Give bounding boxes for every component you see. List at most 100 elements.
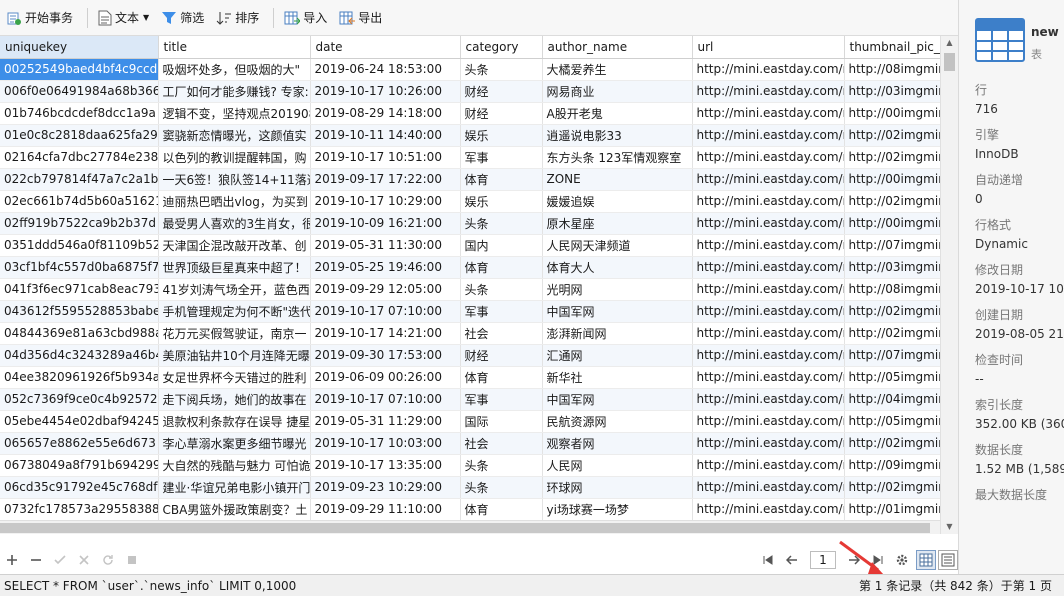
table-row[interactable]: 01e0c8c2818daa625fa29f 窦骁新恋情曝光，这颜值实 2019-1… <box>0 124 940 147</box>
cell-url[interactable]: http://mini.eastday.com/m <box>692 190 845 213</box>
table-row[interactable]: 04d356d4c3243289a46b4 美原油钻井10个月连降无曝 2019-0… <box>0 344 940 367</box>
cell-category[interactable]: 财经 <box>460 102 543 125</box>
table-row[interactable]: 04ee3820961926f5b934a 女足世界杯今天错过的胜利 2019-06… <box>0 366 940 389</box>
cell-title[interactable]: 大自然的残酷与魅力 可怕诡 <box>158 454 311 477</box>
cell-category[interactable]: 娱乐 <box>460 124 543 147</box>
cell-url[interactable]: http://mini.eastday.com/m <box>692 256 845 279</box>
cell-thumbnail[interactable]: http://07imgmin <box>844 234 940 257</box>
cell-date[interactable]: 2019-10-17 14:21:00 <box>310 322 461 345</box>
cell-uniquekey[interactable]: 006f0e06491984a68b366 <box>0 80 159 103</box>
table-row[interactable]: 052c7369f9ce0c4b925722 走下阅兵场，她们的故事在 2019-1… <box>0 388 940 411</box>
cell-category[interactable]: 军事 <box>460 388 543 411</box>
cell-date[interactable]: 2019-10-17 10:26:00 <box>310 80 461 103</box>
stop-icon[interactable] <box>122 550 142 570</box>
cell-thumbnail[interactable]: http://03imgmin <box>844 80 940 103</box>
cell-uniquekey[interactable]: 04d356d4c3243289a46b4 <box>0 344 159 367</box>
add-record-icon[interactable] <box>2 550 22 570</box>
cell-date[interactable]: 2019-10-17 10:29:00 <box>310 190 461 213</box>
column-header-date[interactable]: date <box>310 36 461 59</box>
cell-date[interactable]: 2019-09-29 12:05:00 <box>310 278 461 301</box>
cell-url[interactable]: http://mini.eastday.com/m <box>692 476 845 499</box>
scroll-up-icon[interactable]: ▲ <box>941 36 958 50</box>
table-row[interactable]: 06738049a8f791b694299 大自然的残酷与魅力 可怕诡 2019-1… <box>0 454 940 477</box>
column-header-author-name[interactable]: author_name <box>542 36 693 59</box>
cell-url[interactable]: http://mini.eastday.com/m <box>692 102 845 125</box>
cell-title[interactable]: 窦骁新恋情曝光，这颜值实 <box>158 124 311 147</box>
cell-url[interactable]: http://mini.eastday.com/m <box>692 388 845 411</box>
cell-url[interactable]: http://mini.eastday.com/m <box>692 168 845 191</box>
import-button[interactable]: 导入 <box>280 4 331 32</box>
cell-uniquekey[interactable]: 02164cfa7dbc27784e238 <box>0 146 159 169</box>
cell-category[interactable]: 娱乐 <box>460 190 543 213</box>
cell-author-name[interactable]: 原木星座 <box>542 212 693 235</box>
cell-category[interactable]: 社会 <box>460 432 543 455</box>
cell-uniquekey[interactable]: 041f3f6ec971cab8eac793 <box>0 278 159 301</box>
cell-thumbnail[interactable]: http://02imgmin <box>844 124 940 147</box>
table-row[interactable]: 04844369e81a63cbd988a 花万元买假驾驶证，南京一 2019-10… <box>0 322 940 345</box>
cell-category[interactable]: 社会 <box>460 322 543 345</box>
cell-category[interactable]: 军事 <box>460 146 543 169</box>
cell-date[interactable]: 2019-10-17 07:10:00 <box>310 388 461 411</box>
cell-author-name[interactable]: 逍遥说电影33 <box>542 124 693 147</box>
cell-url[interactable]: http://mini.eastday.com/m <box>692 212 845 235</box>
vertical-scrollbar[interactable]: ▲ ▼ <box>940 36 958 534</box>
cell-url[interactable]: http://mini.eastday.com/m <box>692 344 845 367</box>
cell-author-name[interactable]: 体育大人 <box>542 256 693 279</box>
delete-record-icon[interactable] <box>26 550 46 570</box>
cell-title[interactable]: 迪丽热巴晒出vlog，为买到 <box>158 190 311 213</box>
first-page-icon[interactable] <box>758 550 778 570</box>
scroll-down-icon[interactable]: ▼ <box>941 520 958 534</box>
cell-title[interactable]: 手机管理规定为何不断"迭代 <box>158 300 311 323</box>
cell-author-name[interactable]: 澎湃新闻网 <box>542 322 693 345</box>
cell-title[interactable]: 最受男人喜欢的3生肖女，很 <box>158 212 311 235</box>
gear-icon[interactable] <box>892 550 912 570</box>
cell-category[interactable]: 头条 <box>460 58 543 81</box>
cell-date[interactable]: 2019-10-17 07:10:00 <box>310 300 461 323</box>
cell-date[interactable]: 2019-05-31 11:29:00 <box>310 410 461 433</box>
cell-uniquekey[interactable]: 02ff919b7522ca9b2b37d <box>0 212 159 235</box>
sort-button[interactable]: 排序 <box>212 4 263 32</box>
cell-author-name[interactable]: 网易商业 <box>542 80 693 103</box>
cell-author-name[interactable]: 人民网 <box>542 454 693 477</box>
cell-url[interactable]: http://mini.eastday.com/m <box>692 234 845 257</box>
cell-thumbnail[interactable]: http://00imgmin <box>844 102 940 125</box>
cell-title[interactable]: 41岁刘涛气场全开，蓝色西 <box>158 278 311 301</box>
cell-date[interactable]: 2019-10-17 10:03:00 <box>310 432 461 455</box>
cell-uniquekey[interactable]: 04ee3820961926f5b934a <box>0 366 159 389</box>
cell-author-name[interactable]: A股开老鬼 <box>542 102 693 125</box>
cell-thumbnail[interactable]: http://05imgmin <box>844 410 940 433</box>
cell-date[interactable]: 2019-09-30 17:53:00 <box>310 344 461 367</box>
cell-title[interactable]: 退款权利条款存在误导 捷星 <box>158 410 311 433</box>
column-header-url[interactable]: url <box>692 36 845 59</box>
cell-author-name[interactable]: 人民网天津频道 <box>542 234 693 257</box>
cell-title[interactable]: 花万元买假驾驶证，南京一 <box>158 322 311 345</box>
table-row[interactable]: 0351ddd546a0f81109b52 天津国企混改敲开改革、创 2019-05… <box>0 234 940 257</box>
page-number-input[interactable]: 1 <box>810 551 836 569</box>
cell-thumbnail[interactable]: http://09imgmin <box>844 454 940 477</box>
cell-url[interactable]: http://mini.eastday.com/m <box>692 300 845 323</box>
cell-url[interactable]: http://mini.eastday.com/m <box>692 80 845 103</box>
column-header-uniquekey[interactable]: uniquekey <box>0 36 159 59</box>
cell-title[interactable]: 吸烟坏处多，但吸烟的大" <box>158 58 311 81</box>
cell-title[interactable]: CBA男篮外援政策剧变？土 <box>158 498 311 520</box>
cell-category[interactable]: 头条 <box>460 278 543 301</box>
cell-uniquekey[interactable]: 04844369e81a63cbd988a <box>0 322 159 345</box>
column-header-thumbnail[interactable]: thumbnail_pic_s <box>844 36 940 59</box>
cell-author-name[interactable]: 大橘爱养生 <box>542 58 693 81</box>
cell-title[interactable]: 走下阅兵场，她们的故事在 <box>158 388 311 411</box>
table-row[interactable]: 06cd35c91792e45c768df5 建业·华谊兄弟电影小镇开门 2019-… <box>0 476 940 499</box>
data-grid[interactable]: uniquekey title date category author_nam… <box>0 36 940 520</box>
cell-category[interactable]: 头条 <box>460 212 543 235</box>
cell-author-name[interactable]: yi场球赛一场梦 <box>542 498 693 520</box>
cell-thumbnail[interactable]: http://00imgmin <box>844 212 940 235</box>
cell-title[interactable]: 逻辑不变，坚持观点201908 <box>158 102 311 125</box>
cell-date[interactable]: 2019-10-17 13:35:00 <box>310 454 461 477</box>
previous-page-icon[interactable] <box>782 550 802 570</box>
cell-uniquekey[interactable]: 065657e8862e55e6d673 <box>0 432 159 455</box>
cell-title[interactable]: 以色列的教训提醒韩国，购 <box>158 146 311 169</box>
cell-thumbnail[interactable]: http://05imgmin <box>844 366 940 389</box>
cell-url[interactable]: http://mini.eastday.com/m <box>692 58 845 81</box>
cell-date[interactable]: 2019-10-17 10:51:00 <box>310 146 461 169</box>
cell-date[interactable]: 2019-05-25 19:46:00 <box>310 256 461 279</box>
cell-category[interactable]: 体育 <box>460 498 543 520</box>
